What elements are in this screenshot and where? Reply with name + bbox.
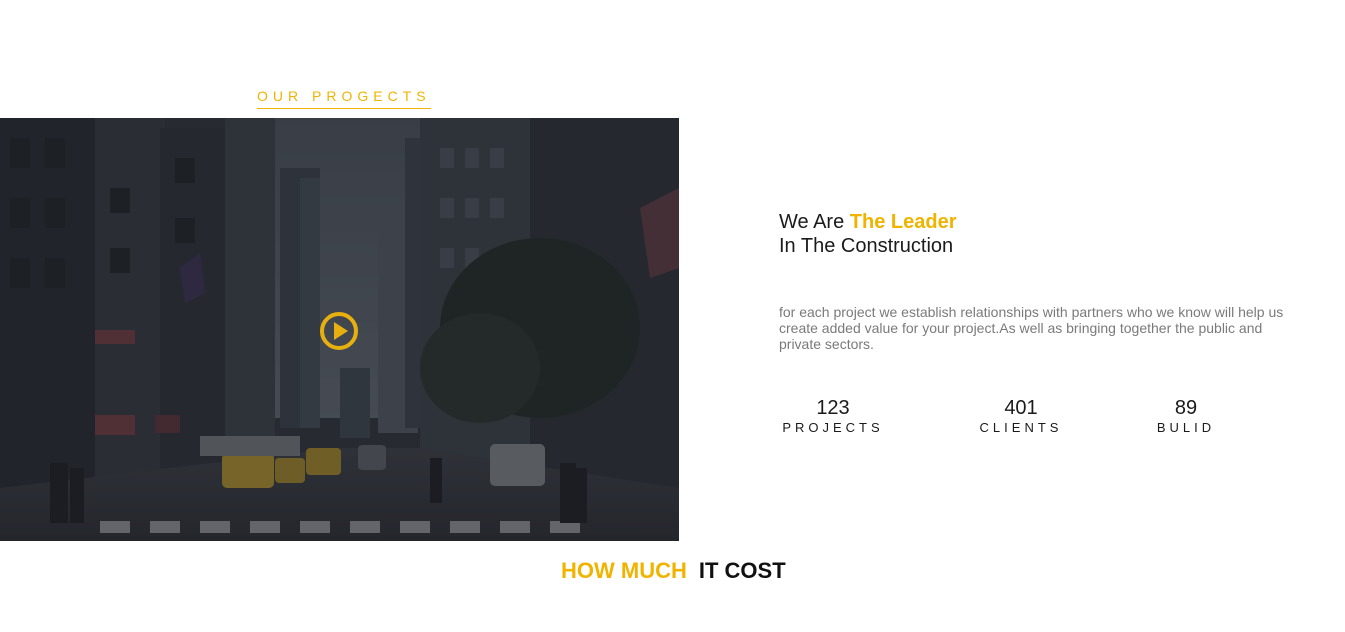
about-headline: We Are The Leader In The Construction — [779, 210, 956, 258]
pricing-heading: HOW MUCH IT COST — [561, 558, 786, 584]
stat-projects: 123 PROJECTS — [779, 397, 887, 435]
stat-label: PROJECTS — [782, 420, 884, 435]
stat-label: CLIENTS — [979, 420, 1063, 435]
play-circle-icon[interactable] — [319, 311, 359, 351]
section-label-our-projects: OUR PROGECTS — [257, 88, 431, 109]
stat-value: 123 — [816, 397, 850, 419]
headline-prefix: We Are — [779, 211, 845, 233]
stat-clients: 401 CLIENTS — [976, 397, 1066, 435]
stat-value: 401 — [1004, 397, 1038, 419]
pricing-heading-rest: IT COST — [698, 558, 786, 583]
pricing-heading-accent: HOW MUCH — [561, 558, 687, 583]
video-panel[interactable] — [0, 118, 679, 541]
stat-value: 89 — [1174, 397, 1198, 419]
stat-label: BULID — [1156, 420, 1216, 435]
about-description: for each project we establish relationsh… — [779, 304, 1284, 352]
headline-accent: The Leader — [849, 211, 957, 233]
headline-line2: In The Construction — [779, 235, 954, 257]
stat-build: 89 BULID — [1154, 397, 1218, 435]
